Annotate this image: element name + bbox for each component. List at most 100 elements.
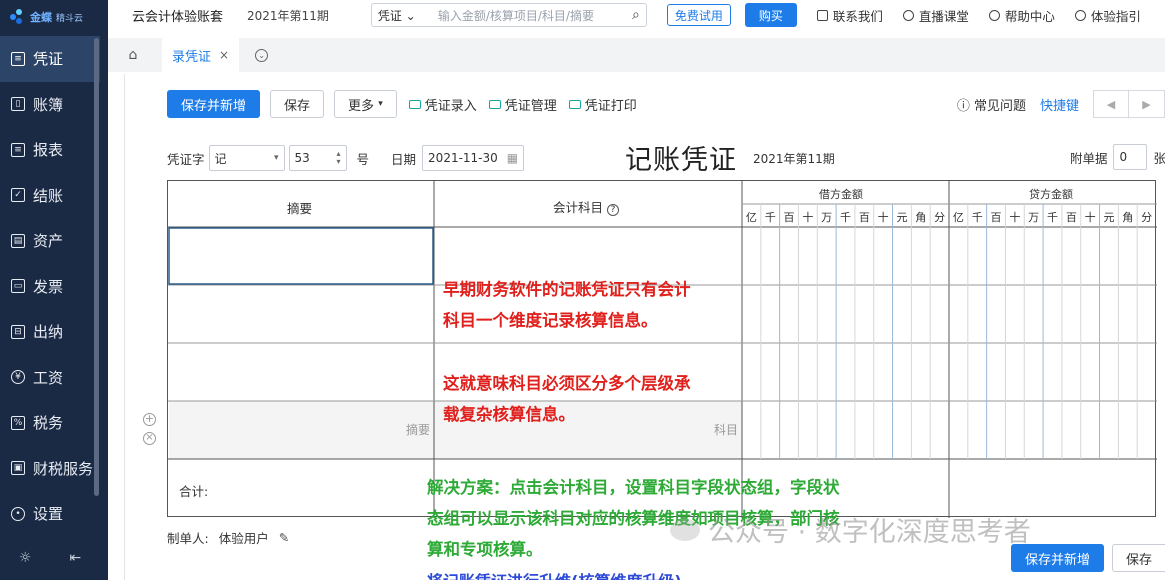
- summary-placeholder[interactable]: 摘要: [406, 421, 430, 438]
- calendar-icon[interactable]: ▦: [507, 151, 518, 165]
- add-row-icon[interactable]: +: [143, 413, 156, 426]
- credit-digit-label: 亿: [952, 211, 964, 224]
- sidebar-item-label: 账簿: [33, 95, 64, 114]
- save-button[interactable]: 保存: [270, 90, 325, 118]
- play-icon: [1074, 9, 1086, 21]
- prev-voucher-button[interactable]: ◀: [1093, 90, 1129, 118]
- debit-digit-label: 十: [877, 211, 889, 224]
- date-picker[interactable]: 2021-11-30 ▦: [422, 145, 525, 171]
- voucher-meta: 凭证字 记 ▾ 53 ▴ ▾ 号 日期 2021-11-30 ▦ 记账凭证 2021年第…: [167, 144, 1165, 176]
- attach-count-input[interactable]: 0: [1113, 144, 1148, 170]
- collapse-sidebar-icon[interactable]: ⇤: [69, 550, 81, 566]
- brand-name: 金蝶: [30, 11, 52, 24]
- sidebar-item-label: 结账: [33, 186, 64, 205]
- ledger-icon: ▯: [11, 97, 25, 112]
- column-debit-header: 借方金额: [819, 188, 863, 201]
- voucher-word-select[interactable]: 记 ▾: [208, 145, 285, 171]
- sidebar-nav: ≡ 凭证 ▯ 账簿 ≡ 报表 ✓ 结账 ▤ 资产 ▭ 发票 ⊟ 出纳 ¥ 工资 …: [0, 36, 100, 537]
- bottom-save-button[interactable]: 保存: [1111, 544, 1165, 572]
- sidebar-item-services[interactable]: ▣ 财税服务: [0, 446, 100, 492]
- tab-bar: ⌂ 录凭证 × ⌄: [108, 38, 1165, 72]
- attach-label: 附单据: [1069, 150, 1108, 166]
- faq-link[interactable]: ⓘ 常见问题: [957, 95, 1026, 114]
- credit-digit-label: 元: [1103, 211, 1115, 224]
- debit-digit-label: 万: [821, 211, 833, 224]
- close-icon[interactable]: ×: [219, 48, 229, 62]
- attachment-count: 附单据 0 张: [1070, 144, 1165, 170]
- debit-digit-label: 角: [915, 211, 927, 224]
- voucher-number-stepper[interactable]: 53 ▴ ▾: [288, 145, 347, 171]
- voucher-manage-link[interactable]: 凭证管理: [488, 95, 557, 114]
- sidebar-item-label: 财税服务: [33, 459, 94, 478]
- sidebar-item-voucher[interactable]: ≡ 凭证: [0, 36, 100, 82]
- watermark-text: 公众号 · 数字化深度思考者: [708, 517, 1031, 548]
- sidebar-item-assets[interactable]: ▤ 资产: [0, 218, 100, 264]
- free-trial-button[interactable]: 免费试用: [666, 4, 731, 26]
- assets-icon: ▤: [11, 233, 25, 248]
- shortcut-link[interactable]: 快捷键: [1040, 95, 1079, 114]
- app-window: 金蝶 精斗云 ≡ 凭证 ▯ 账簿 ≡ 报表 ✓ 结账 ▤ 资产 ▭ 发票 ⊟ 出…: [0, 0, 1165, 580]
- tax-icon: %: [11, 415, 25, 430]
- next-voucher-button[interactable]: ▶: [1129, 90, 1165, 118]
- help-icon: [988, 9, 1000, 21]
- buy-button[interactable]: 购买: [744, 3, 797, 27]
- voucher-pager: ◀ ▶: [1093, 90, 1165, 118]
- help-center-link[interactable]: 帮助中心: [988, 6, 1055, 25]
- search-input[interactable]: 输入金额/核算项目/科目/摘要: [438, 7, 632, 24]
- sidebar-item-invoice[interactable]: ▭ 发票: [0, 264, 100, 310]
- voucher-title: 记账凭证: [625, 145, 737, 176]
- sidebar-item-reports[interactable]: ≡ 报表: [0, 127, 100, 173]
- tab-more-icon[interactable]: ⌄: [255, 48, 269, 62]
- account-set-name[interactable]: 云会计体验账套: [132, 6, 223, 25]
- salary-icon: ¥: [11, 370, 25, 385]
- search-icon[interactable]: ⌕: [632, 7, 640, 23]
- bottom-save-new-button[interactable]: 保存并新增: [1010, 544, 1104, 572]
- sidebar-item-tax[interactable]: % 税务: [0, 400, 100, 446]
- debit-digit-label: 亿: [745, 211, 757, 224]
- more-dropdown[interactable]: 更多 ▾: [334, 90, 397, 118]
- home-icon[interactable]: ⌂: [118, 47, 148, 63]
- sidebar-bottom: ☼ ⇤: [0, 550, 100, 566]
- number-suffix: 号: [356, 151, 370, 167]
- sidebar-item-settings[interactable]: • 设置: [0, 491, 100, 537]
- delete-row-icon[interactable]: ×: [143, 432, 156, 445]
- question-icon[interactable]: ?: [607, 204, 619, 216]
- credit-digit-label: 千: [1046, 211, 1058, 224]
- brand-logo[interactable]: 金蝶 精斗云: [0, 0, 108, 34]
- tab-label: 录凭证: [172, 49, 212, 65]
- sidebar-item-label: 报表: [33, 141, 64, 160]
- edit-pencil-icon[interactable]: ✎: [279, 530, 289, 545]
- caret-down-icon: ▾: [273, 153, 279, 163]
- sidebar-scrollbar[interactable]: [94, 38, 99, 496]
- video-icon: [568, 99, 581, 109]
- sidebar: 金蝶 精斗云 ≡ 凭证 ▯ 账簿 ≡ 报表 ✓ 结账 ▤ 资产 ▭ 发票 ⊟ 出…: [0, 0, 108, 580]
- tab-record-voucher[interactable]: 录凭证 ×: [162, 38, 240, 72]
- voucher-entry-link[interactable]: 凭证录入: [408, 95, 477, 114]
- services-icon: ▣: [11, 461, 25, 476]
- logo-icon: [10, 9, 26, 25]
- sidebar-item-label: 税务: [33, 414, 64, 433]
- voucher-print-link[interactable]: 凭证打印: [568, 95, 637, 114]
- sidebar-item-salary[interactable]: ¥ 工资: [0, 355, 100, 401]
- save-new-button[interactable]: 保存并新增: [167, 90, 261, 118]
- theme-sun-icon[interactable]: ☼: [19, 550, 32, 566]
- credit-digit-label: 角: [1122, 211, 1134, 224]
- maker-value: 体验用户: [218, 531, 269, 546]
- stepper-icon[interactable]: ▴ ▾: [337, 150, 341, 166]
- user-icon: [902, 9, 914, 21]
- voucher-word-label: 凭证字: [167, 151, 205, 167]
- credit-digit-label: 万: [1028, 211, 1040, 224]
- top-header: 云会计体验账套 2021年第11期 凭证 ⌄ 输入金额/核算项目/科目/摘要 ⌕…: [108, 0, 1165, 30]
- sidebar-item-label: 凭证: [33, 50, 64, 69]
- sidebar-item-closing[interactable]: ✓ 结账: [0, 173, 100, 219]
- sidebar-item-cashier[interactable]: ⊟ 出纳: [0, 309, 100, 355]
- invoice-icon: ▭: [11, 279, 25, 294]
- account-placeholder[interactable]: 科目: [714, 421, 738, 438]
- sidebar-item-label: 出纳: [33, 323, 64, 342]
- sidebar-item-ledger[interactable]: ▯ 账簿: [0, 82, 100, 128]
- global-search[interactable]: 凭证 ⌄ 输入金额/核算项目/科目/摘要 ⌕: [370, 3, 647, 27]
- guide-link[interactable]: 体验指引: [1074, 6, 1141, 25]
- search-scope-select[interactable]: 凭证 ⌄: [378, 7, 438, 24]
- live-class-link[interactable]: 直播课堂: [902, 6, 969, 25]
- contact-us-link[interactable]: 联系我们: [816, 6, 883, 25]
